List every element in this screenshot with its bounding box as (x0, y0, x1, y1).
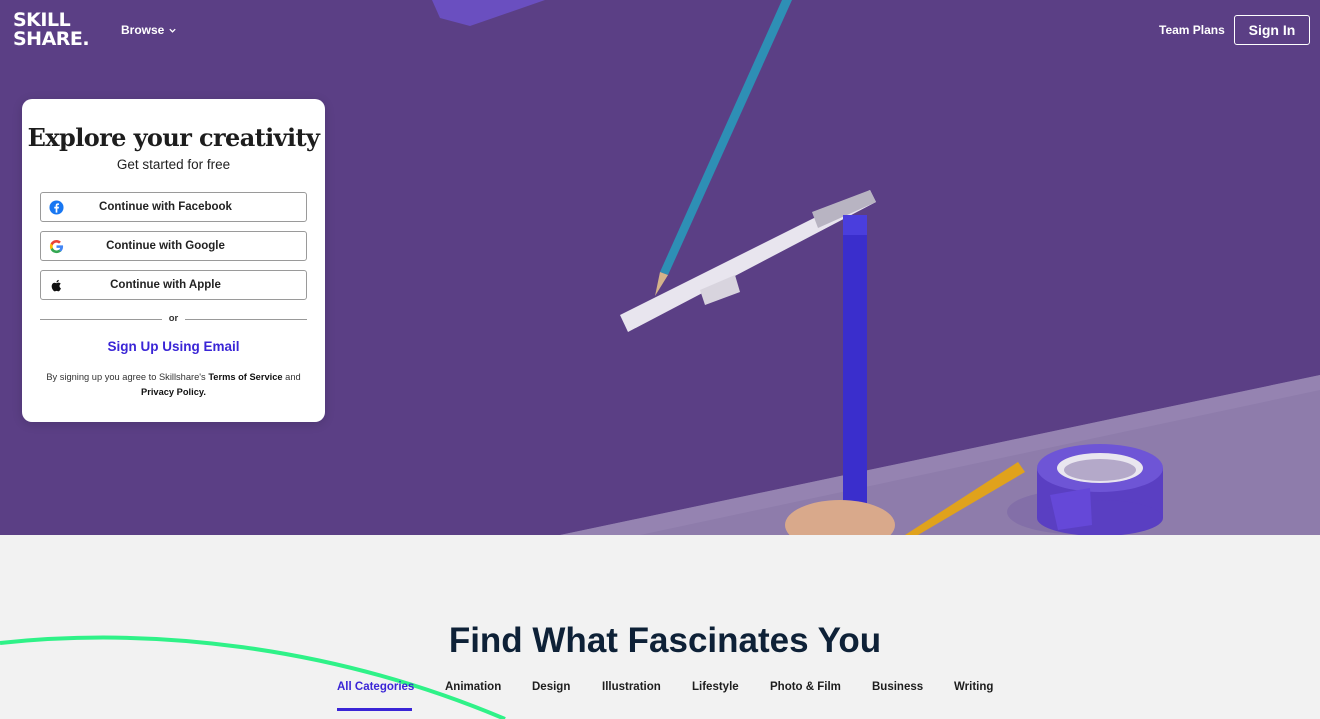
terms-middle: and (285, 372, 301, 382)
hero-banner: SKILL SHARE. Browse Team Plans Sign In E… (0, 0, 1320, 535)
tab-business[interactable]: Business (872, 681, 923, 693)
terms-prefix: By signing up you agree to Skillshare's (46, 372, 206, 382)
tab-lifestyle[interactable]: Lifestyle (692, 681, 739, 693)
sign-up-using-email-link[interactable]: Sign Up Using Email (22, 339, 325, 354)
terms-notice: By signing up you agree to Skillshare's … (36, 370, 311, 400)
continue-with-apple-button[interactable]: Continue with Apple (40, 270, 307, 300)
section-heading: Find What Fascinates You (448, 621, 882, 660)
chevron-down-icon (169, 28, 177, 33)
apple-button-label: Continue with Apple (110, 279, 221, 291)
or-divider: or (40, 313, 307, 325)
google-icon (49, 239, 64, 254)
apple-icon (51, 279, 61, 292)
privacy-policy-link[interactable]: Privacy Policy. (141, 387, 206, 397)
team-plans-link[interactable]: Team Plans (1159, 23, 1225, 37)
tab-illustration[interactable]: Illustration (602, 681, 661, 693)
skillshare-logo[interactable]: SKILL SHARE. (13, 11, 90, 50)
google-button-label: Continue with Google (106, 240, 225, 252)
tab-photo-film[interactable]: Photo & Film (770, 681, 841, 693)
top-navigation: SKILL SHARE. Browse Team Plans Sign In (0, 0, 1320, 62)
divider-line-right (185, 319, 307, 320)
browse-label: Browse (121, 23, 165, 37)
continue-with-facebook-button[interactable]: Continue with Facebook (40, 192, 307, 222)
continue-with-google-button[interactable]: Continue with Google (40, 231, 307, 261)
tab-writing[interactable]: Writing (954, 681, 993, 693)
logo-line-2: SHARE. (13, 28, 90, 50)
sign-in-button[interactable]: Sign In (1234, 15, 1310, 45)
facebook-icon (49, 200, 64, 215)
signup-card: Explore your creativity Get started for … (22, 99, 325, 422)
tab-animation[interactable]: Animation (445, 681, 501, 693)
tab-all-categories[interactable]: All Categories (337, 681, 414, 693)
card-title: Explore your creativity (27, 123, 320, 152)
terms-of-service-link[interactable]: Terms of Service (208, 372, 282, 382)
category-tabs: All Categories Animation Design Illustra… (0, 681, 1320, 711)
categories-section: Find What Fascinates You All Categories … (0, 535, 1320, 719)
card-subtitle: Get started for free (116, 157, 231, 172)
tab-design[interactable]: Design (532, 681, 570, 693)
browse-menu[interactable]: Browse (121, 23, 177, 37)
facebook-button-label: Continue with Facebook (99, 201, 232, 213)
active-tab-indicator (337, 708, 412, 711)
